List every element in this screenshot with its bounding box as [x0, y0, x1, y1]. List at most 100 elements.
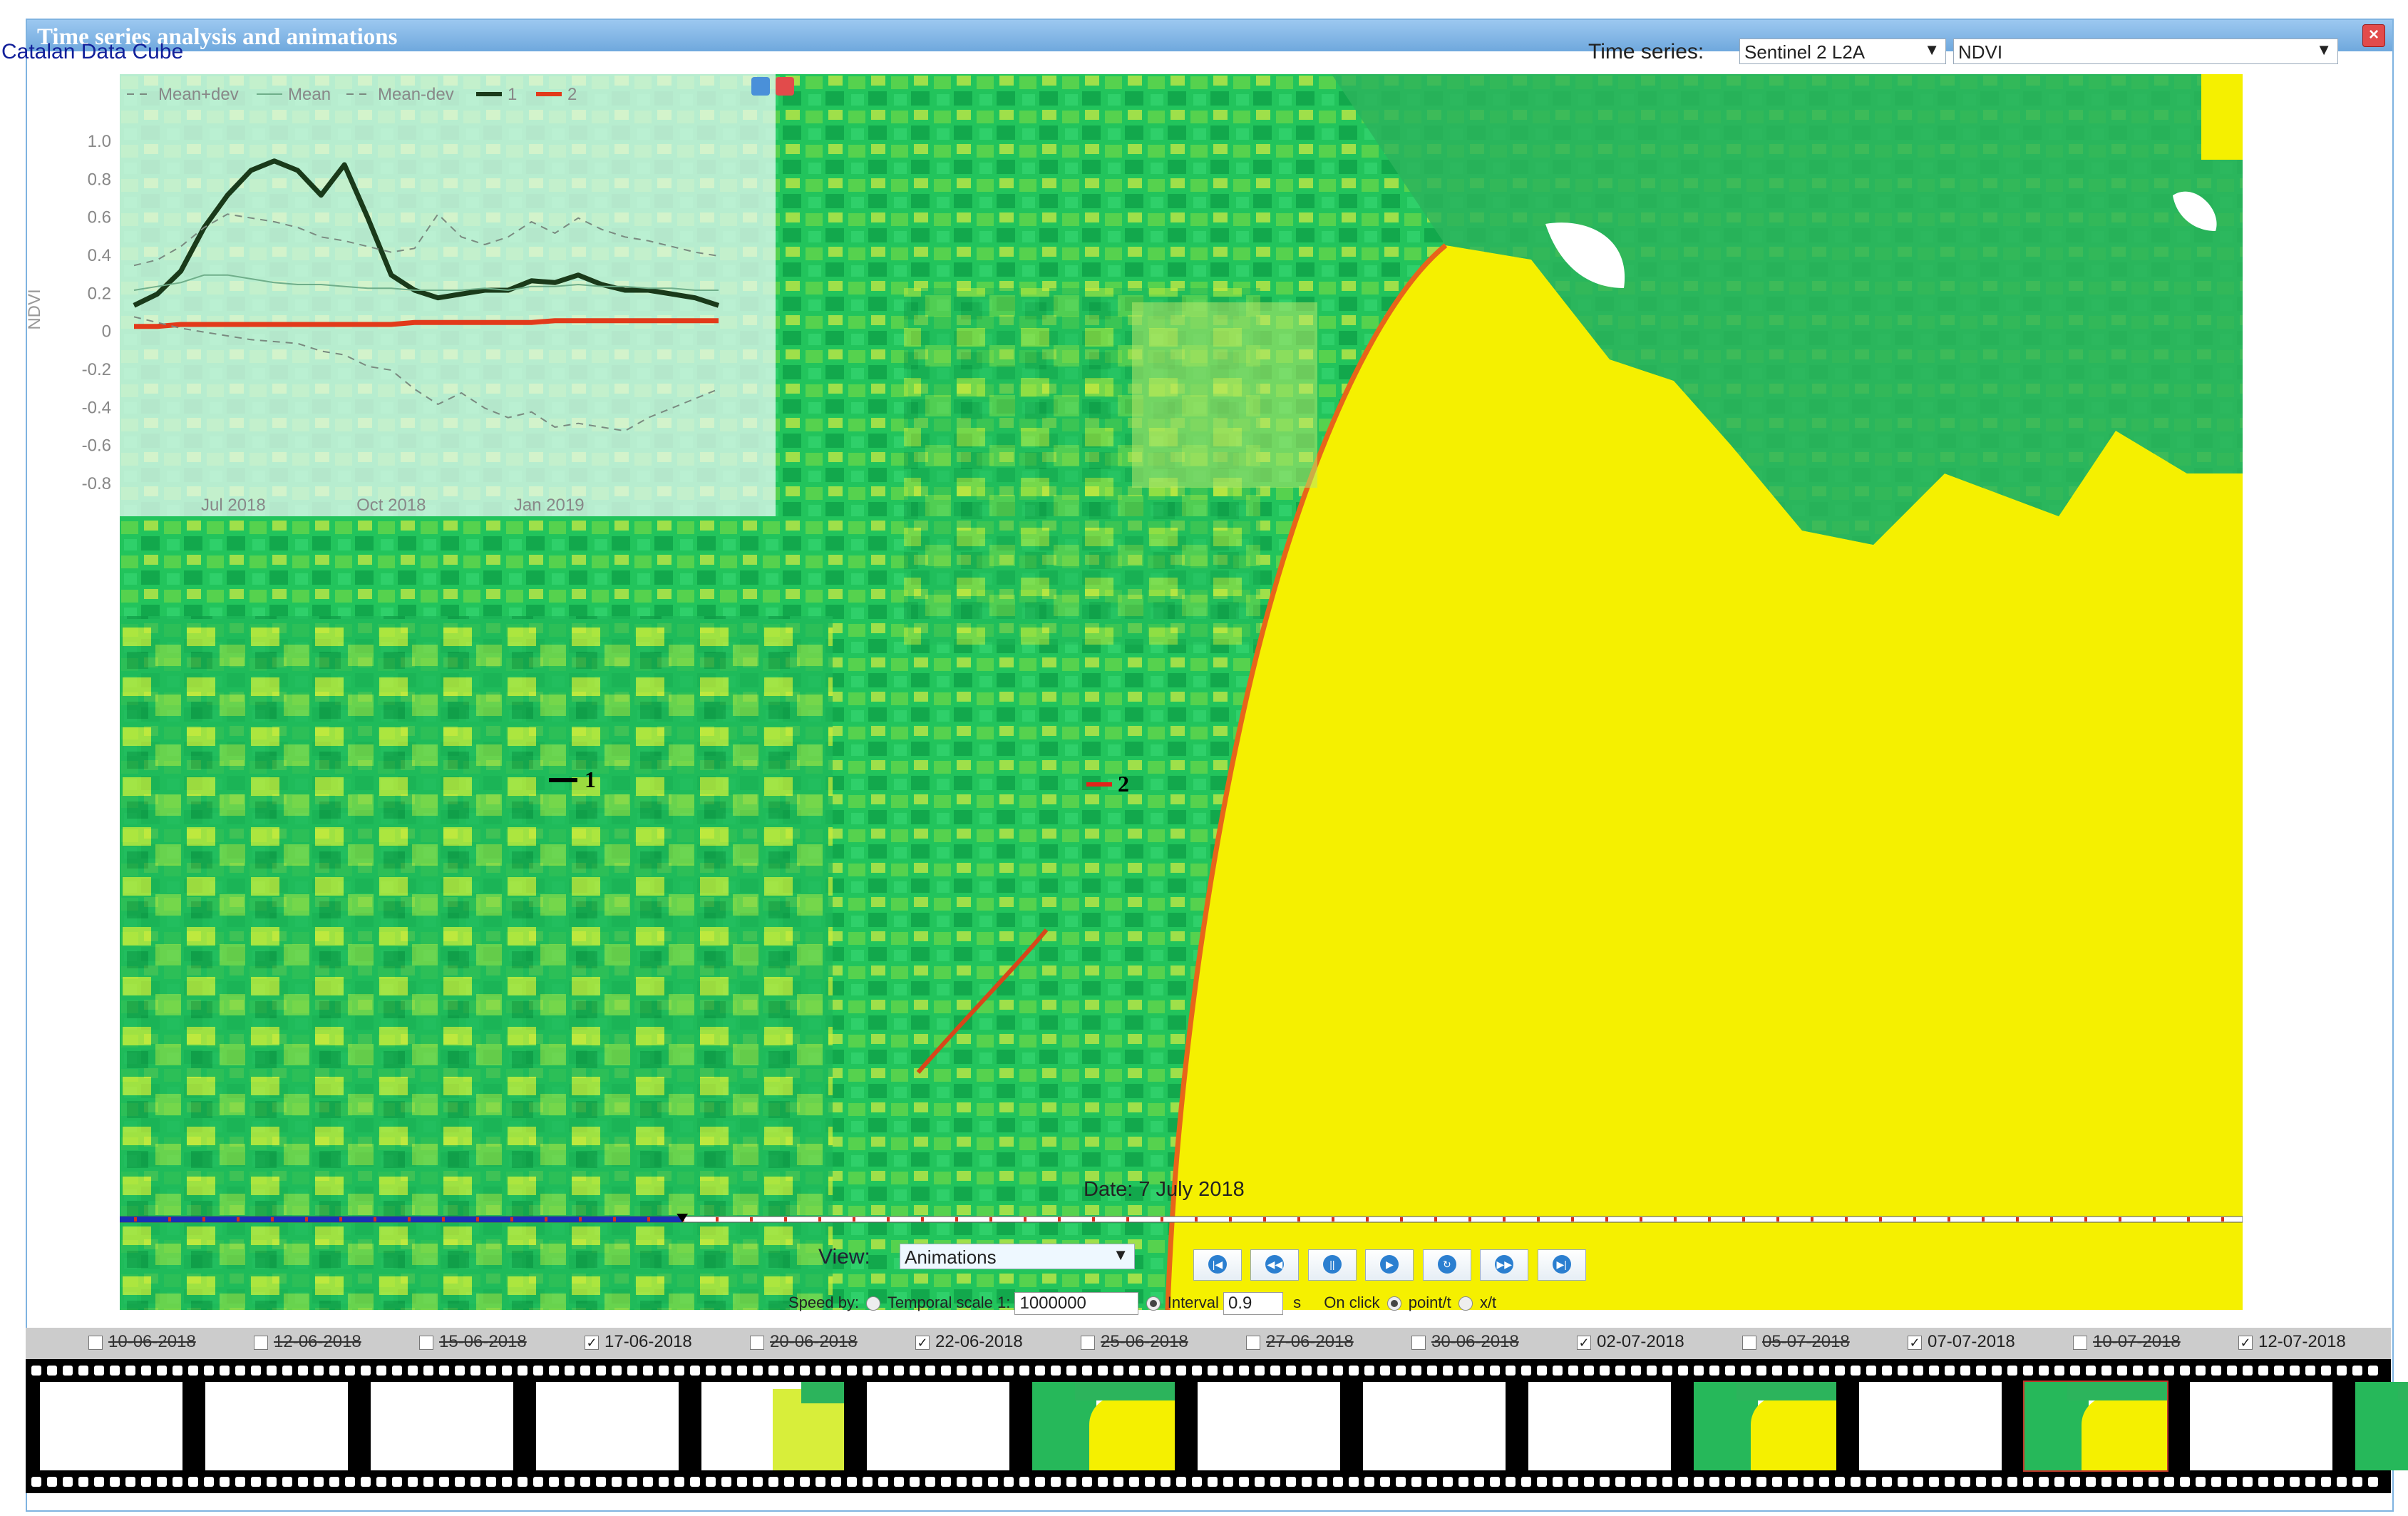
- film-frame[interactable]: [1694, 1382, 1836, 1470]
- timeline-date-tick[interactable]: [1537, 1217, 1540, 1221]
- timeline-date-tick[interactable]: [271, 1217, 274, 1221]
- film-date-item[interactable]: 12-06-2018: [254, 1332, 361, 1352]
- timeline-date-tick[interactable]: [134, 1217, 137, 1221]
- rewind-button[interactable]: ◀◀: [1250, 1249, 1300, 1281]
- timeline-date-tick[interactable]: [818, 1217, 821, 1221]
- film-date-item[interactable]: 10-07-2018: [2073, 1332, 2181, 1352]
- film-frame[interactable]: [1363, 1382, 1506, 1470]
- timeline-date-tick[interactable]: [1366, 1217, 1369, 1221]
- film-date-item[interactable]: ✓ 07-07-2018: [1908, 1332, 2015, 1352]
- timeline-date-tick[interactable]: [237, 1217, 240, 1221]
- timeline-date-tick[interactable]: [1776, 1217, 1779, 1221]
- timeline-date-tick[interactable]: [1811, 1217, 1813, 1221]
- timeline-date-tick[interactable]: [1126, 1217, 1129, 1221]
- timeline-date-tick[interactable]: [1092, 1217, 1095, 1221]
- timeline-date-tick[interactable]: [1674, 1217, 1677, 1221]
- film-date-item[interactable]: ✓ 12-07-2018: [2238, 1332, 2346, 1352]
- timeline-date-tick[interactable]: [1400, 1217, 1403, 1221]
- film-date-checkbox[interactable]: [750, 1335, 764, 1350]
- film-date-checkbox[interactable]: ✓: [2238, 1335, 2253, 1350]
- loop-button[interactable]: ↻: [1422, 1249, 1471, 1281]
- play-button[interactable]: ▶: [1365, 1249, 1414, 1281]
- film-date-checkbox[interactable]: [419, 1335, 433, 1350]
- x-t-radio[interactable]: [1458, 1296, 1473, 1311]
- interval-radio[interactable]: [1146, 1296, 1161, 1311]
- timeline-date-tick[interactable]: [339, 1217, 342, 1221]
- film-frame[interactable]: [2023, 1381, 2168, 1472]
- timeline-date-tick[interactable]: [1503, 1217, 1506, 1221]
- film-date-item[interactable]: ✓ 02-07-2018: [1577, 1332, 1684, 1352]
- timeline-date-tick[interactable]: [2119, 1217, 2121, 1221]
- timeline-date-tick[interactable]: [784, 1217, 787, 1221]
- film-date-checkbox[interactable]: [1081, 1335, 1095, 1350]
- film-frame[interactable]: [1859, 1382, 2002, 1470]
- timeline-date-tick[interactable]: [1879, 1217, 1882, 1221]
- timeline-date-tick[interactable]: [1024, 1217, 1027, 1221]
- timeline-date-tick[interactable]: [1468, 1217, 1471, 1221]
- chart-close-icon[interactable]: [776, 77, 795, 96]
- film-date-item[interactable]: 25-06-2018: [1081, 1332, 1188, 1352]
- first-frame-button[interactable]: |◀: [1193, 1249, 1242, 1281]
- ndvi-chart[interactable]: 1.0 0.8 0.6 0.4 0.2 0 -0.2 -0.4 -0.6 -0.8 Jul 2018…: [25, 74, 776, 516]
- timeline-date-tick[interactable]: [750, 1217, 753, 1221]
- timeline-date-tick[interactable]: [1605, 1217, 1608, 1221]
- film-date-item[interactable]: ✓ 17-06-2018: [585, 1332, 692, 1352]
- timeline-date-tick[interactable]: [1161, 1217, 1163, 1221]
- timeline-date-tick[interactable]: [305, 1217, 308, 1221]
- timeline-bar[interactable]: [120, 1214, 2243, 1225]
- film-frame[interactable]: [701, 1382, 844, 1470]
- film-date-checkbox[interactable]: ✓: [585, 1335, 599, 1350]
- film-frame[interactable]: [1032, 1382, 1175, 1470]
- view-select[interactable]: Animations ▼: [900, 1244, 1135, 1269]
- timeline-date-tick[interactable]: [1948, 1217, 1950, 1221]
- timeline-date-tick[interactable]: [1571, 1217, 1574, 1221]
- timeline-date-tick[interactable]: [2153, 1217, 2156, 1221]
- film-date-item[interactable]: 10-06-2018: [88, 1332, 196, 1352]
- film-frame[interactable]: [371, 1382, 513, 1470]
- timeline-date-tick[interactable]: [2050, 1217, 2053, 1221]
- film-frame[interactable]: [1198, 1382, 1340, 1470]
- film-frame[interactable]: [40, 1382, 182, 1470]
- timeline-date-tick[interactable]: [2016, 1217, 2019, 1221]
- film-date-item[interactable]: 27-06-2018: [1246, 1332, 1354, 1352]
- timeline-date-tick[interactable]: [2221, 1217, 2224, 1221]
- film-date-item[interactable]: 15-06-2018: [419, 1332, 527, 1352]
- timeline-date-tick[interactable]: [374, 1217, 376, 1221]
- film-date-checkbox[interactable]: [1246, 1335, 1260, 1350]
- timeline-date-tick[interactable]: [1913, 1217, 1916, 1221]
- timeline-date-tick[interactable]: [1058, 1217, 1061, 1221]
- pause-button[interactable]: ||: [1307, 1249, 1357, 1281]
- timeline-date-tick[interactable]: [2084, 1217, 2087, 1221]
- timeline-date-tick[interactable]: [647, 1217, 650, 1221]
- timeline-date-tick[interactable]: [1229, 1217, 1232, 1221]
- timeline-date-tick[interactable]: [476, 1217, 479, 1221]
- film-date-checkbox[interactable]: ✓: [1908, 1335, 1922, 1350]
- film-date-checkbox[interactable]: [1411, 1335, 1426, 1350]
- point-t-radio[interactable]: [1386, 1296, 1401, 1311]
- interval-input[interactable]: 0.9: [1223, 1292, 1283, 1315]
- timeline-date-tick[interactable]: [1640, 1217, 1642, 1221]
- close-icon[interactable]: ×: [2362, 24, 2385, 47]
- timeline-date-tick[interactable]: [1263, 1217, 1266, 1221]
- timeline-date-tick[interactable]: [168, 1217, 171, 1221]
- timeline-date-tick[interactable]: [989, 1217, 992, 1221]
- timeline-date-tick[interactable]: [1982, 1217, 1985, 1221]
- fast-forward-button[interactable]: ▶▶: [1480, 1249, 1529, 1281]
- timeline-date-tick[interactable]: [955, 1217, 958, 1221]
- timeline-date-tick[interactable]: [853, 1217, 855, 1221]
- timeline-date-tick[interactable]: [579, 1217, 582, 1221]
- film-date-checkbox[interactable]: [2073, 1335, 2087, 1350]
- catalan-data-cube-link[interactable]: Catalan Data Cube: [1, 40, 183, 64]
- film-date-item[interactable]: 30-06-2018: [1411, 1332, 1519, 1352]
- film-date-checkbox[interactable]: ✓: [915, 1335, 930, 1350]
- film-date-item[interactable]: ✓ 22-06-2018: [915, 1332, 1023, 1352]
- timeline-date-tick[interactable]: [1708, 1217, 1711, 1221]
- timeline-date-tick[interactable]: [613, 1217, 616, 1221]
- timeline-date-tick[interactable]: [545, 1217, 547, 1221]
- film-date-checkbox[interactable]: [1742, 1335, 1756, 1350]
- timeline-date-tick[interactable]: [2187, 1217, 2190, 1221]
- timeline-date-tick[interactable]: [1845, 1217, 1848, 1221]
- timeline-date-tick[interactable]: [887, 1217, 890, 1221]
- film-frame[interactable]: [1528, 1382, 1671, 1470]
- film-frame[interactable]: [536, 1382, 679, 1470]
